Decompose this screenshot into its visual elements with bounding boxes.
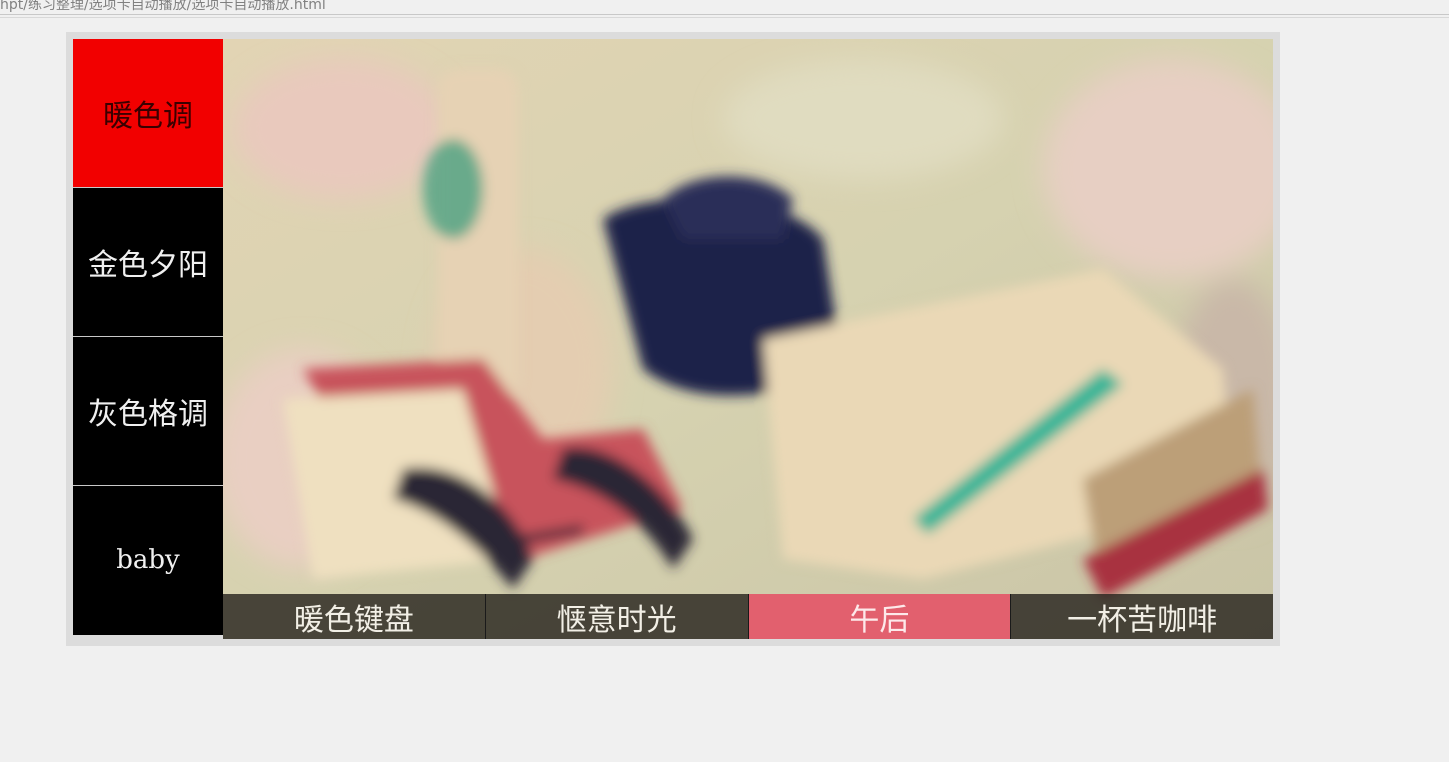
side-tab-label: baby [116, 545, 180, 575]
side-tab-gray-style[interactable]: 灰色格调 [73, 337, 223, 485]
side-tab-baby[interactable]: baby [73, 486, 223, 634]
slide-photo [223, 39, 1273, 639]
side-tab-list: 暖色调 金色夕阳 灰色格调 baby [73, 39, 223, 635]
slide-image-area: 暖色键盘 惬意时光 午后 一杯苦咖啡 [223, 39, 1273, 639]
caption-label: 一杯苦咖啡 [1067, 602, 1218, 638]
caption-tab-afternoon[interactable]: 午后 [748, 594, 1012, 639]
side-tab-label: 金色夕阳 [88, 248, 208, 283]
caption-label: 暖色键盘 [293, 602, 414, 638]
caption-bar: 暖色键盘 惬意时光 午后 一杯苦咖啡 [223, 594, 1273, 639]
caption-tab-bitter-coffee[interactable]: 一杯苦咖啡 [1011, 594, 1273, 639]
address-bar[interactable]: hpt/练习整理/选项卡自动播放/选项卡自动播放.html [0, 0, 1449, 15]
caption-label: 惬意时光 [556, 602, 677, 638]
side-tab-label: 暖色调 [103, 99, 193, 134]
side-tab-warm-tone[interactable]: 暖色调 [73, 39, 223, 187]
caption-label: 午后 [849, 602, 910, 638]
address-divider [0, 17, 1449, 18]
caption-tab-warm-keyboard[interactable]: 暖色键盘 [223, 594, 486, 639]
caption-tab-cozy-time[interactable]: 惬意时光 [485, 594, 749, 639]
side-tab-golden-sunset[interactable]: 金色夕阳 [73, 188, 223, 336]
address-text: hpt/练习整理/选项卡自动播放/选项卡自动播放.html [0, 0, 326, 13]
side-tab-label: 灰色格调 [88, 397, 208, 432]
